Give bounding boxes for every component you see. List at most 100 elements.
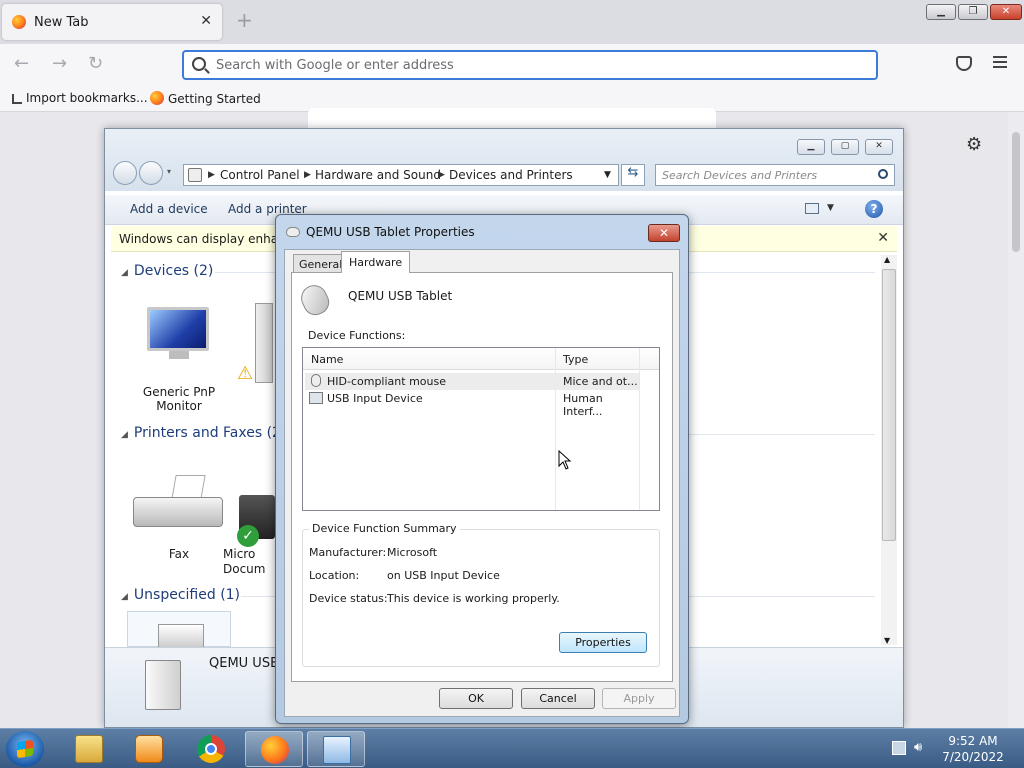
help-icon[interactable]: ?	[865, 200, 883, 218]
collapse-triangle-icon: ◢	[121, 268, 128, 278]
usb-device-icon	[158, 624, 204, 648]
info-bar-close-icon[interactable]: ✕	[877, 230, 889, 246]
device-name: QEMU USB Tablet	[348, 289, 453, 303]
search-icon	[878, 169, 888, 179]
mouse-icon	[296, 280, 334, 320]
tab-close-icon[interactable]: ✕	[200, 13, 212, 29]
printer-label-microsoft: Micro Docum	[223, 547, 266, 576]
warning-icon: ⚠	[237, 363, 254, 384]
control-panel-icon	[323, 736, 351, 764]
taskbar: 🔊︎ 9:52 AM 7/20/2022	[0, 728, 1024, 768]
column-type[interactable]: Type	[563, 353, 588, 366]
summary-value: Microsoft	[387, 546, 438, 559]
dialog-body: General Hardware QEMU USB Tablet Device …	[284, 249, 680, 717]
search-placeholder: Search Devices and Printers	[662, 169, 818, 182]
collapse-triangle-icon: ◢	[121, 430, 128, 440]
add-device-button[interactable]: Add a device	[130, 202, 208, 216]
explorer-search-input[interactable]: Search Devices and Printers	[655, 164, 895, 186]
dialog-title: QEMU USB Tablet Properties	[306, 225, 475, 239]
taskbar-control-panel[interactable]	[307, 731, 365, 767]
view-dropdown-icon[interactable]: ▼	[827, 203, 834, 213]
new-tab-plus-icon[interactable]: +	[236, 10, 253, 30]
taskbar-media-player[interactable]	[120, 731, 178, 767]
browser-nav-bar: ← → ↻ Search with Google or enter addres…	[0, 44, 1024, 86]
monitor-icon[interactable]	[145, 307, 211, 359]
refresh-icon[interactable]: ⇆	[621, 164, 645, 186]
detail-device-name: QEMU USB	[209, 656, 279, 671]
device-function-summary: Device Function Summary Manufacturer: Mi…	[302, 522, 660, 667]
default-check-icon: ✓	[237, 525, 259, 547]
usb-device-icon	[309, 392, 323, 404]
scroll-thumb[interactable]	[882, 269, 896, 541]
media-player-icon	[135, 735, 163, 763]
fax-icon[interactable]	[133, 475, 223, 535]
breadcrumb-devices-and-printers[interactable]: Devices and Printers	[449, 168, 573, 182]
browser-scrollbar[interactable]	[1008, 112, 1024, 728]
tab-title: New Tab	[34, 15, 89, 30]
clock-time: 9:52 AM	[948, 734, 998, 748]
scroll-down-icon[interactable]: ▼	[884, 636, 890, 645]
summary-key: Device status:	[309, 592, 388, 605]
hamburger-menu-icon[interactable]	[993, 56, 1007, 68]
breadcrumb-hardware-and-sound[interactable]: Hardware and Sound	[315, 168, 441, 182]
browser-tab[interactable]: New Tab ✕	[2, 4, 222, 40]
cancel-button[interactable]: Cancel	[521, 688, 595, 709]
list-item[interactable]: HID-compliant mouse Mice and ot...	[305, 373, 639, 390]
scroll-up-icon[interactable]: ▲	[884, 255, 890, 264]
bookmark-import[interactable]: Import bookmarks...	[12, 91, 148, 105]
maximize-button[interactable]: ❐	[958, 4, 988, 20]
usb-device-large-icon	[145, 660, 181, 710]
mouse-pointer-icon	[558, 450, 572, 470]
taskbar-chrome[interactable]	[182, 731, 240, 767]
reload-icon[interactable]: ↻	[88, 54, 103, 74]
breadcrumb-control-panel[interactable]: Control Panel	[220, 168, 300, 182]
bookmark-getting-started[interactable]: Getting Started	[150, 91, 261, 106]
view-options-icon[interactable]	[805, 203, 819, 214]
properties-dialog: QEMU USB Tablet Properties ✕ General Har…	[275, 214, 689, 724]
maximize-button[interactable]: ▢	[831, 139, 859, 155]
network-icon[interactable]	[892, 741, 906, 755]
summary-legend: Device Function Summary	[309, 522, 460, 535]
hardware-tab-panel: QEMU USB Tablet Device Functions: Name T…	[291, 272, 673, 682]
group-devices[interactable]: ◢ Devices (2)	[121, 263, 213, 279]
device-functions-list[interactable]: Name Type HID-compliant mouse Mice and o…	[302, 347, 660, 511]
taskbar-explorer[interactable]	[60, 731, 118, 767]
tower-device-icon[interactable]	[255, 303, 273, 383]
clock-date: 7/20/2022	[942, 750, 1004, 764]
start-button[interactable]	[6, 731, 44, 767]
folder-icon	[75, 735, 103, 763]
recent-pages-icon[interactable]: ▾	[167, 167, 171, 176]
column-name[interactable]: Name	[311, 353, 343, 366]
unspecified-device-tile[interactable]	[127, 611, 231, 648]
import-icon	[12, 94, 22, 104]
close-button[interactable]: ✕	[990, 4, 1022, 20]
group-printers[interactable]: ◢ Printers and Faxes (2)	[121, 425, 286, 441]
browser-tab-bar: New Tab ✕ + ▁ ❐ ✕	[0, 0, 1024, 44]
address-bar[interactable]: ▶ Control Panel ▶ Hardware and Sound ▶ D…	[183, 164, 619, 186]
back-arrow-icon[interactable]: ←	[14, 54, 29, 74]
pocket-icon[interactable]	[956, 56, 972, 71]
forward-button[interactable]	[139, 161, 163, 185]
tab-hardware[interactable]: Hardware	[341, 251, 411, 273]
back-button[interactable]	[113, 161, 137, 185]
summary-value: This device is working properly.	[387, 592, 560, 605]
apply-button[interactable]: Apply	[602, 688, 676, 709]
close-button[interactable]: ✕	[865, 139, 893, 155]
properties-button[interactable]: Properties	[559, 632, 647, 653]
list-header: Name Type	[303, 348, 659, 370]
scroll-thumb[interactable]	[1012, 132, 1020, 252]
summary-key: Location:	[309, 569, 360, 582]
forward-arrow-icon[interactable]: →	[52, 54, 67, 74]
group-unspecified[interactable]: ◢ Unspecified (1)	[121, 587, 240, 603]
address-dropdown-icon[interactable]: ▼	[604, 170, 611, 180]
minimize-button[interactable]: ▁	[926, 4, 956, 20]
gear-icon[interactable]: ⚙	[966, 134, 982, 155]
list-item[interactable]: USB Input Device Human Interf...	[305, 390, 639, 418]
url-bar[interactable]: Search with Google or enter address	[182, 50, 878, 80]
explorer-scrollbar[interactable]: ▲ ▼	[881, 255, 897, 645]
clock[interactable]: 9:52 AM 7/20/2022	[926, 733, 1020, 765]
dialog-close-button[interactable]: ✕	[648, 224, 680, 242]
ok-button[interactable]: OK	[439, 688, 513, 709]
minimize-button[interactable]: ▁	[797, 139, 825, 155]
taskbar-firefox[interactable]	[245, 731, 303, 767]
